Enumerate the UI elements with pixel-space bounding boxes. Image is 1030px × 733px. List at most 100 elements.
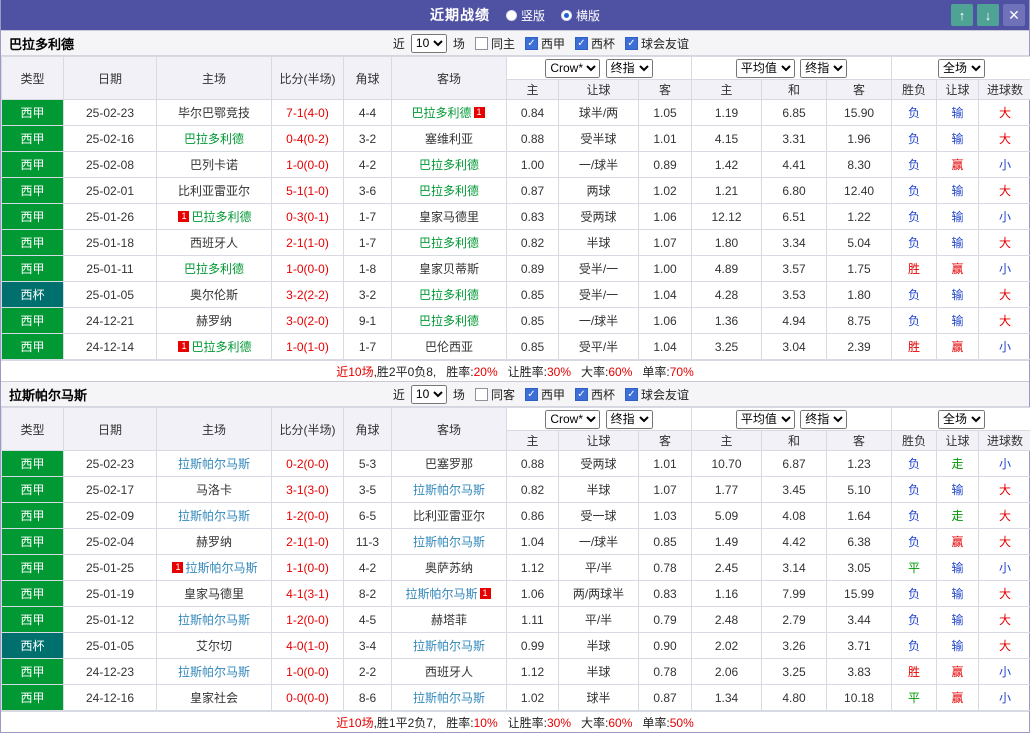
layout-radio-vertical[interactable]: 竖版 bbox=[506, 7, 545, 24]
result-cell: 负 bbox=[892, 230, 937, 256]
team-name-link[interactable]: 拉斯帕尔马斯 bbox=[178, 509, 250, 523]
result-cell: 平 bbox=[892, 555, 937, 581]
team-name-link[interactable]: 皇家贝蒂斯 bbox=[419, 262, 479, 276]
team-name-link[interactable]: 拉斯帕尔马斯 bbox=[413, 483, 485, 497]
bookmaker-select[interactable]: Crow* bbox=[545, 410, 600, 429]
checkbox-label: 西杯 bbox=[591, 35, 615, 52]
filter-checkbox-same-venue[interactable]: 同主 bbox=[475, 35, 515, 52]
stat-value: 60% bbox=[608, 716, 632, 730]
summary-stat-handicap: 让胜率:30% bbox=[508, 363, 571, 380]
filter-checkbox-same-venue[interactable]: 同客 bbox=[475, 386, 515, 403]
euro-draw-odds: 2.79 bbox=[762, 607, 827, 633]
recent-count-select[interactable]: 10 bbox=[411, 385, 447, 404]
scroll-down-button[interactable]: ↓ bbox=[977, 4, 999, 26]
result-cell: 负 bbox=[892, 100, 937, 126]
euro-draw-odds: 3.57 bbox=[762, 256, 827, 282]
asian-handicap: 一/球半 bbox=[559, 152, 639, 178]
table-controls-row: 类型 日期 主场 比分(半场) 角球 客场 Crow* 终指 平均值 终指 bbox=[2, 57, 1030, 80]
scope-select[interactable]: 全场 bbox=[938, 410, 985, 429]
team-name-link[interactable]: 拉斯帕尔马斯 bbox=[185, 561, 257, 575]
team-name-link[interactable]: 巴拉多利德 bbox=[419, 158, 479, 172]
team-name-link[interactable]: 西班牙人 bbox=[190, 236, 238, 250]
team-name-link[interactable]: 奥萨苏纳 bbox=[425, 561, 473, 575]
filter-checkbox-friendly[interactable]: 球会友谊 bbox=[625, 35, 689, 52]
asian-time-select[interactable]: 终指 bbox=[606, 59, 653, 78]
team-name-link[interactable]: 比利亚雷亚尔 bbox=[413, 509, 485, 523]
team-name-link[interactable]: 巴列卡诺 bbox=[190, 158, 238, 172]
team-name-link[interactable]: 拉斯帕尔马斯 bbox=[178, 457, 250, 471]
team-name-link[interactable]: 赫罗纳 bbox=[196, 314, 232, 328]
team-name-link[interactable]: 巴拉多利德 bbox=[419, 184, 479, 198]
team-name-link[interactable]: 皇家马德里 bbox=[184, 587, 244, 601]
asian-home-odds: 0.87 bbox=[507, 178, 559, 204]
scope-select[interactable]: 全场 bbox=[938, 59, 985, 78]
team-name-link[interactable]: 皇家马德里 bbox=[419, 210, 479, 224]
filter-checkbox-laliga[interactable]: 西甲 bbox=[525, 35, 565, 52]
team-name-link[interactable]: 奥尔伦斯 bbox=[190, 288, 238, 302]
asian-handicap: 受两球 bbox=[559, 451, 639, 477]
filter-checkbox-friendly[interactable]: 球会友谊 bbox=[625, 386, 689, 403]
league-badge: 西甲 bbox=[2, 100, 64, 126]
filter-checkbox-laliga[interactable]: 西甲 bbox=[525, 386, 565, 403]
asian-handicap: 半球 bbox=[559, 230, 639, 256]
col-date: 日期 bbox=[64, 57, 157, 100]
summary-stat-over: 大率:60% bbox=[581, 363, 632, 380]
col-score: 比分(半场) bbox=[272, 57, 344, 100]
team-name-link[interactable]: 拉斯帕尔马斯 bbox=[413, 639, 485, 653]
euro-draw-odds: 4.94 bbox=[762, 308, 827, 334]
team-name-link[interactable]: 拉斯帕尔马斯 bbox=[413, 691, 485, 705]
euro-away-odds: 1.75 bbox=[827, 256, 892, 282]
asian-time-select[interactable]: 终指 bbox=[606, 410, 653, 429]
away-team-cell: 比利亚雷亚尔 bbox=[392, 503, 507, 529]
team-name-link[interactable]: 西班牙人 bbox=[425, 665, 473, 679]
checkbox-icon bbox=[525, 388, 538, 401]
team-name-link[interactable]: 赫塔菲 bbox=[431, 613, 467, 627]
col-goals: 进球数 bbox=[979, 431, 1030, 451]
team-name-link[interactable]: 拉斯帕尔马斯 bbox=[413, 535, 485, 549]
checkbox-icon bbox=[625, 388, 638, 401]
team-name-link[interactable]: 巴塞罗那 bbox=[425, 457, 473, 471]
team-name-link[interactable]: 拉斯帕尔马斯 bbox=[405, 587, 477, 601]
team-name-link[interactable]: 巴伦西亚 bbox=[425, 340, 473, 354]
team-name-link[interactable]: 巴拉多利德 bbox=[191, 340, 251, 354]
team-name-link[interactable]: 巴拉多利德 bbox=[419, 314, 479, 328]
bookmaker-select[interactable]: Crow* bbox=[545, 59, 600, 78]
team-name-link[interactable]: 拉斯帕尔马斯 bbox=[178, 665, 250, 679]
scroll-up-button[interactable]: ↑ bbox=[951, 4, 973, 26]
average-select[interactable]: 平均值 bbox=[736, 59, 795, 78]
col-handicap-result: 让球 bbox=[937, 80, 979, 100]
col-handicap-result: 让球 bbox=[937, 431, 979, 451]
league-badge: 西甲 bbox=[2, 308, 64, 334]
score-cell: 2-1(1-0) bbox=[272, 529, 344, 555]
match-date: 24-12-16 bbox=[64, 685, 157, 711]
team-name-link[interactable]: 赫罗纳 bbox=[196, 535, 232, 549]
team-name-link[interactable]: 巴拉多利德 bbox=[184, 262, 244, 276]
team-name-link[interactable]: 巴拉多利德 bbox=[184, 132, 244, 146]
close-button[interactable]: ✕ bbox=[1003, 4, 1025, 26]
average-select[interactable]: 平均值 bbox=[736, 410, 795, 429]
score-cell: 0-2(0-0) bbox=[272, 451, 344, 477]
filter-checkbox-copa[interactable]: 西杯 bbox=[575, 386, 615, 403]
col-asian-handicap: 让球 bbox=[559, 431, 639, 451]
checkbox-icon bbox=[525, 37, 538, 50]
team-name-link[interactable]: 巴拉多利德 bbox=[419, 288, 479, 302]
match-row: 西甲25-02-23拉斯帕尔马斯0-2(0-0)5-3巴塞罗那0.88受两球1.… bbox=[2, 451, 1030, 477]
team-name-link[interactable]: 塞维利亚 bbox=[425, 132, 473, 146]
euro-time-select[interactable]: 终指 bbox=[800, 410, 847, 429]
team-name-link[interactable]: 比利亚雷亚尔 bbox=[178, 184, 250, 198]
team-name-link[interactable]: 皇家社会 bbox=[190, 691, 238, 705]
recent-count-select[interactable]: 10 bbox=[411, 34, 447, 53]
team-name-link[interactable]: 艾尔切 bbox=[196, 639, 232, 653]
filter-checkbox-copa[interactable]: 西杯 bbox=[575, 35, 615, 52]
team-name-link[interactable]: 拉斯帕尔马斯 bbox=[178, 613, 250, 627]
team-name-link[interactable]: 毕尔巴鄂竞技 bbox=[178, 106, 250, 120]
euro-time-select[interactable]: 终指 bbox=[800, 59, 847, 78]
layout-radio-horizontal[interactable]: 横版 bbox=[561, 7, 600, 24]
goals-result-cell: 大 bbox=[979, 308, 1030, 334]
euro-draw-odds: 4.42 bbox=[762, 529, 827, 555]
team-name-link[interactable]: 马洛卡 bbox=[196, 483, 232, 497]
team-name-link[interactable]: 巴拉多利德 bbox=[419, 236, 479, 250]
result-cell: 负 bbox=[892, 529, 937, 555]
team-name-link[interactable]: 巴拉多利德 bbox=[191, 210, 251, 224]
team-name-link[interactable]: 巴拉多利德 bbox=[411, 106, 471, 120]
